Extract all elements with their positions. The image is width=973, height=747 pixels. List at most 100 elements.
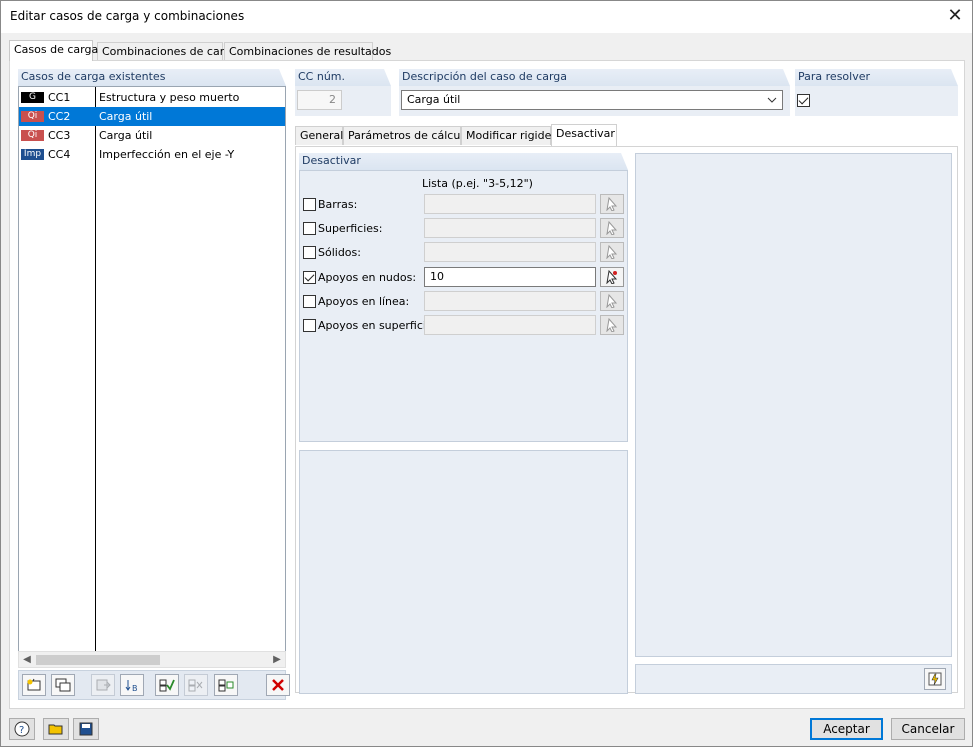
tab-combinaciones-de-resultados[interactable]: Combinaciones de resultados (224, 42, 391, 60)
superficies-list-input[interactable] (424, 218, 596, 238)
apoyos-superficie-list-input[interactable] (424, 315, 596, 335)
open-button[interactable] (43, 718, 69, 740)
help-icon: ? (14, 721, 30, 737)
pick-cursor-icon (606, 197, 618, 211)
cc-num-header: CC núm. (295, 69, 391, 86)
toggle-check-icon (218, 679, 234, 692)
title-bar: Editar casos de carga y combinaciones ✕ (1, 1, 972, 33)
para-resolver-header: Para resolver (795, 69, 958, 86)
apoyos-nudos-pick-button[interactable] (600, 267, 624, 287)
content-pane: Casos de carga existentes G CC1 Estructu… (9, 60, 965, 709)
save-button[interactable] (73, 718, 99, 740)
badge-qi: Qi (21, 111, 44, 122)
apoyos-linea-checkbox[interactable] (303, 295, 316, 308)
description-combobox[interactable]: Carga útil (401, 90, 783, 110)
new-icon (27, 678, 41, 691)
help-button[interactable]: ? (9, 718, 35, 740)
superficies-pick-button[interactable] (600, 218, 624, 238)
superficies-checkbox[interactable] (303, 222, 316, 235)
tab-desactivar[interactable]: Desactivar (551, 124, 617, 146)
list-item-cc4[interactable]: Imp CC4 Imperfección en el eje -Y (19, 145, 285, 164)
description-value: Carga útil (407, 93, 461, 106)
solidos-label: Sólidos: (318, 246, 361, 259)
uncheck-all-icon (188, 679, 203, 692)
apoyos-linea-pick-button[interactable] (600, 291, 624, 311)
scroll-left-icon[interactable]: ◀ (19, 652, 35, 667)
list-item-code: CC4 (48, 148, 71, 161)
list-item-desc: Carga útil (99, 110, 153, 123)
renumber-button[interactable] (91, 674, 115, 696)
toggle-selection-button[interactable] (214, 674, 238, 696)
apoyos-linea-label: Apoyos en línea: (318, 295, 410, 308)
apoyos-superficie-pick-button[interactable] (600, 315, 624, 335)
sort-icon: B (125, 680, 138, 692)
pick-cursor-icon (606, 221, 618, 235)
tab-casos-de-carga[interactable]: Casos de carga (9, 40, 98, 61)
right-panel (635, 153, 952, 657)
solidos-list-input[interactable] (424, 242, 596, 262)
barras-label: Barras: (318, 198, 358, 211)
copy-icon (55, 678, 71, 692)
deactivate-header: Desactivar (299, 153, 628, 170)
deselect-all-button[interactable] (184, 674, 208, 696)
cc-num-panel: 2 (295, 86, 391, 116)
list-item-cc2[interactable]: Qi CC2 Carga útil (19, 107, 285, 126)
list-item-code: CC3 (48, 129, 71, 142)
list-item-desc: Estructura y peso muerto (99, 91, 240, 104)
delete-icon (272, 679, 284, 691)
list-item-code: CC2 (48, 110, 71, 123)
pick-cursor-icon (606, 318, 618, 332)
tab-combinaciones-de-carga[interactable]: Combinaciones de carga (97, 42, 238, 60)
deactivate-panel: Lista (p.ej. "3-5,12") Barras: Superfici… (299, 170, 628, 442)
scroll-right-icon[interactable]: ▶ (269, 652, 285, 667)
svg-text:?: ? (19, 725, 24, 736)
description-panel: Carga útil (399, 86, 790, 116)
sort-button[interactable]: B (120, 674, 144, 696)
lightning-icon (928, 672, 942, 686)
list-item-desc: Imperfección en el eje -Y (99, 148, 235, 161)
list-divider (95, 87, 96, 658)
barras-list-input[interactable] (424, 194, 596, 214)
copy-load-case-button[interactable] (51, 674, 75, 696)
apoyos-nudos-checkbox[interactable] (303, 271, 316, 284)
cc-num-field[interactable]: 2 (297, 90, 342, 110)
apoyos-superficie-label: Apoyos en superficie (318, 319, 433, 332)
cancel-button[interactable]: Cancelar (891, 718, 965, 740)
solidos-checkbox[interactable] (303, 246, 316, 259)
window-title: Editar casos de carga y combinaciones (10, 9, 245, 23)
save-icon (79, 722, 93, 736)
right-bottom-panel (635, 664, 952, 694)
barras-checkbox[interactable] (303, 198, 316, 211)
apoyos-nudos-list-input[interactable]: 10 (424, 267, 596, 287)
apoyos-superficie-checkbox[interactable] (303, 319, 316, 332)
badge-imp: Imp (21, 149, 44, 160)
apoyos-nudos-label: Apoyos en nudos: (318, 271, 417, 284)
new-load-case-button[interactable] (22, 674, 46, 696)
scroll-thumb[interactable] (36, 655, 160, 665)
list-item-code: CC1 (48, 91, 71, 104)
description-header: Descripción del caso de carga (399, 69, 790, 86)
close-icon[interactable]: ✕ (944, 5, 966, 27)
load-cases-header: Casos de carga existentes (18, 69, 286, 86)
select-all-button[interactable] (155, 674, 179, 696)
list-item-cc1[interactable]: G CC1 Estructura y peso muerto (19, 88, 285, 107)
delete-load-case-button[interactable] (266, 674, 290, 696)
dialog-window: Editar casos de carga y combinaciones ✕ … (0, 0, 973, 747)
horizontal-scrollbar[interactable]: ◀ ▶ (18, 651, 286, 668)
apoyos-linea-list-input[interactable] (424, 291, 596, 311)
info-button[interactable] (924, 668, 946, 690)
list-item-cc3[interactable]: Qi CC3 Carga útil (19, 126, 285, 145)
tab-parametros-calculo[interactable]: Parámetros de cálculo (343, 126, 470, 145)
list-toolbar: B (18, 670, 290, 700)
ok-button[interactable]: Aceptar (810, 718, 883, 740)
solidos-pick-button[interactable] (600, 242, 624, 262)
tab-modificar-rigidez[interactable]: Modificar rigidez (461, 126, 557, 145)
svg-text:B: B (132, 684, 138, 692)
pick-cursor-icon (606, 270, 618, 284)
pick-cursor-icon (606, 294, 618, 308)
tab-general[interactable]: General (295, 126, 343, 145)
para-resolver-checkbox[interactable] (797, 94, 810, 107)
lower-left-panel (299, 450, 628, 694)
list-hint: Lista (p.ej. "3-5,12") (422, 177, 533, 190)
barras-pick-button[interactable] (600, 194, 624, 214)
